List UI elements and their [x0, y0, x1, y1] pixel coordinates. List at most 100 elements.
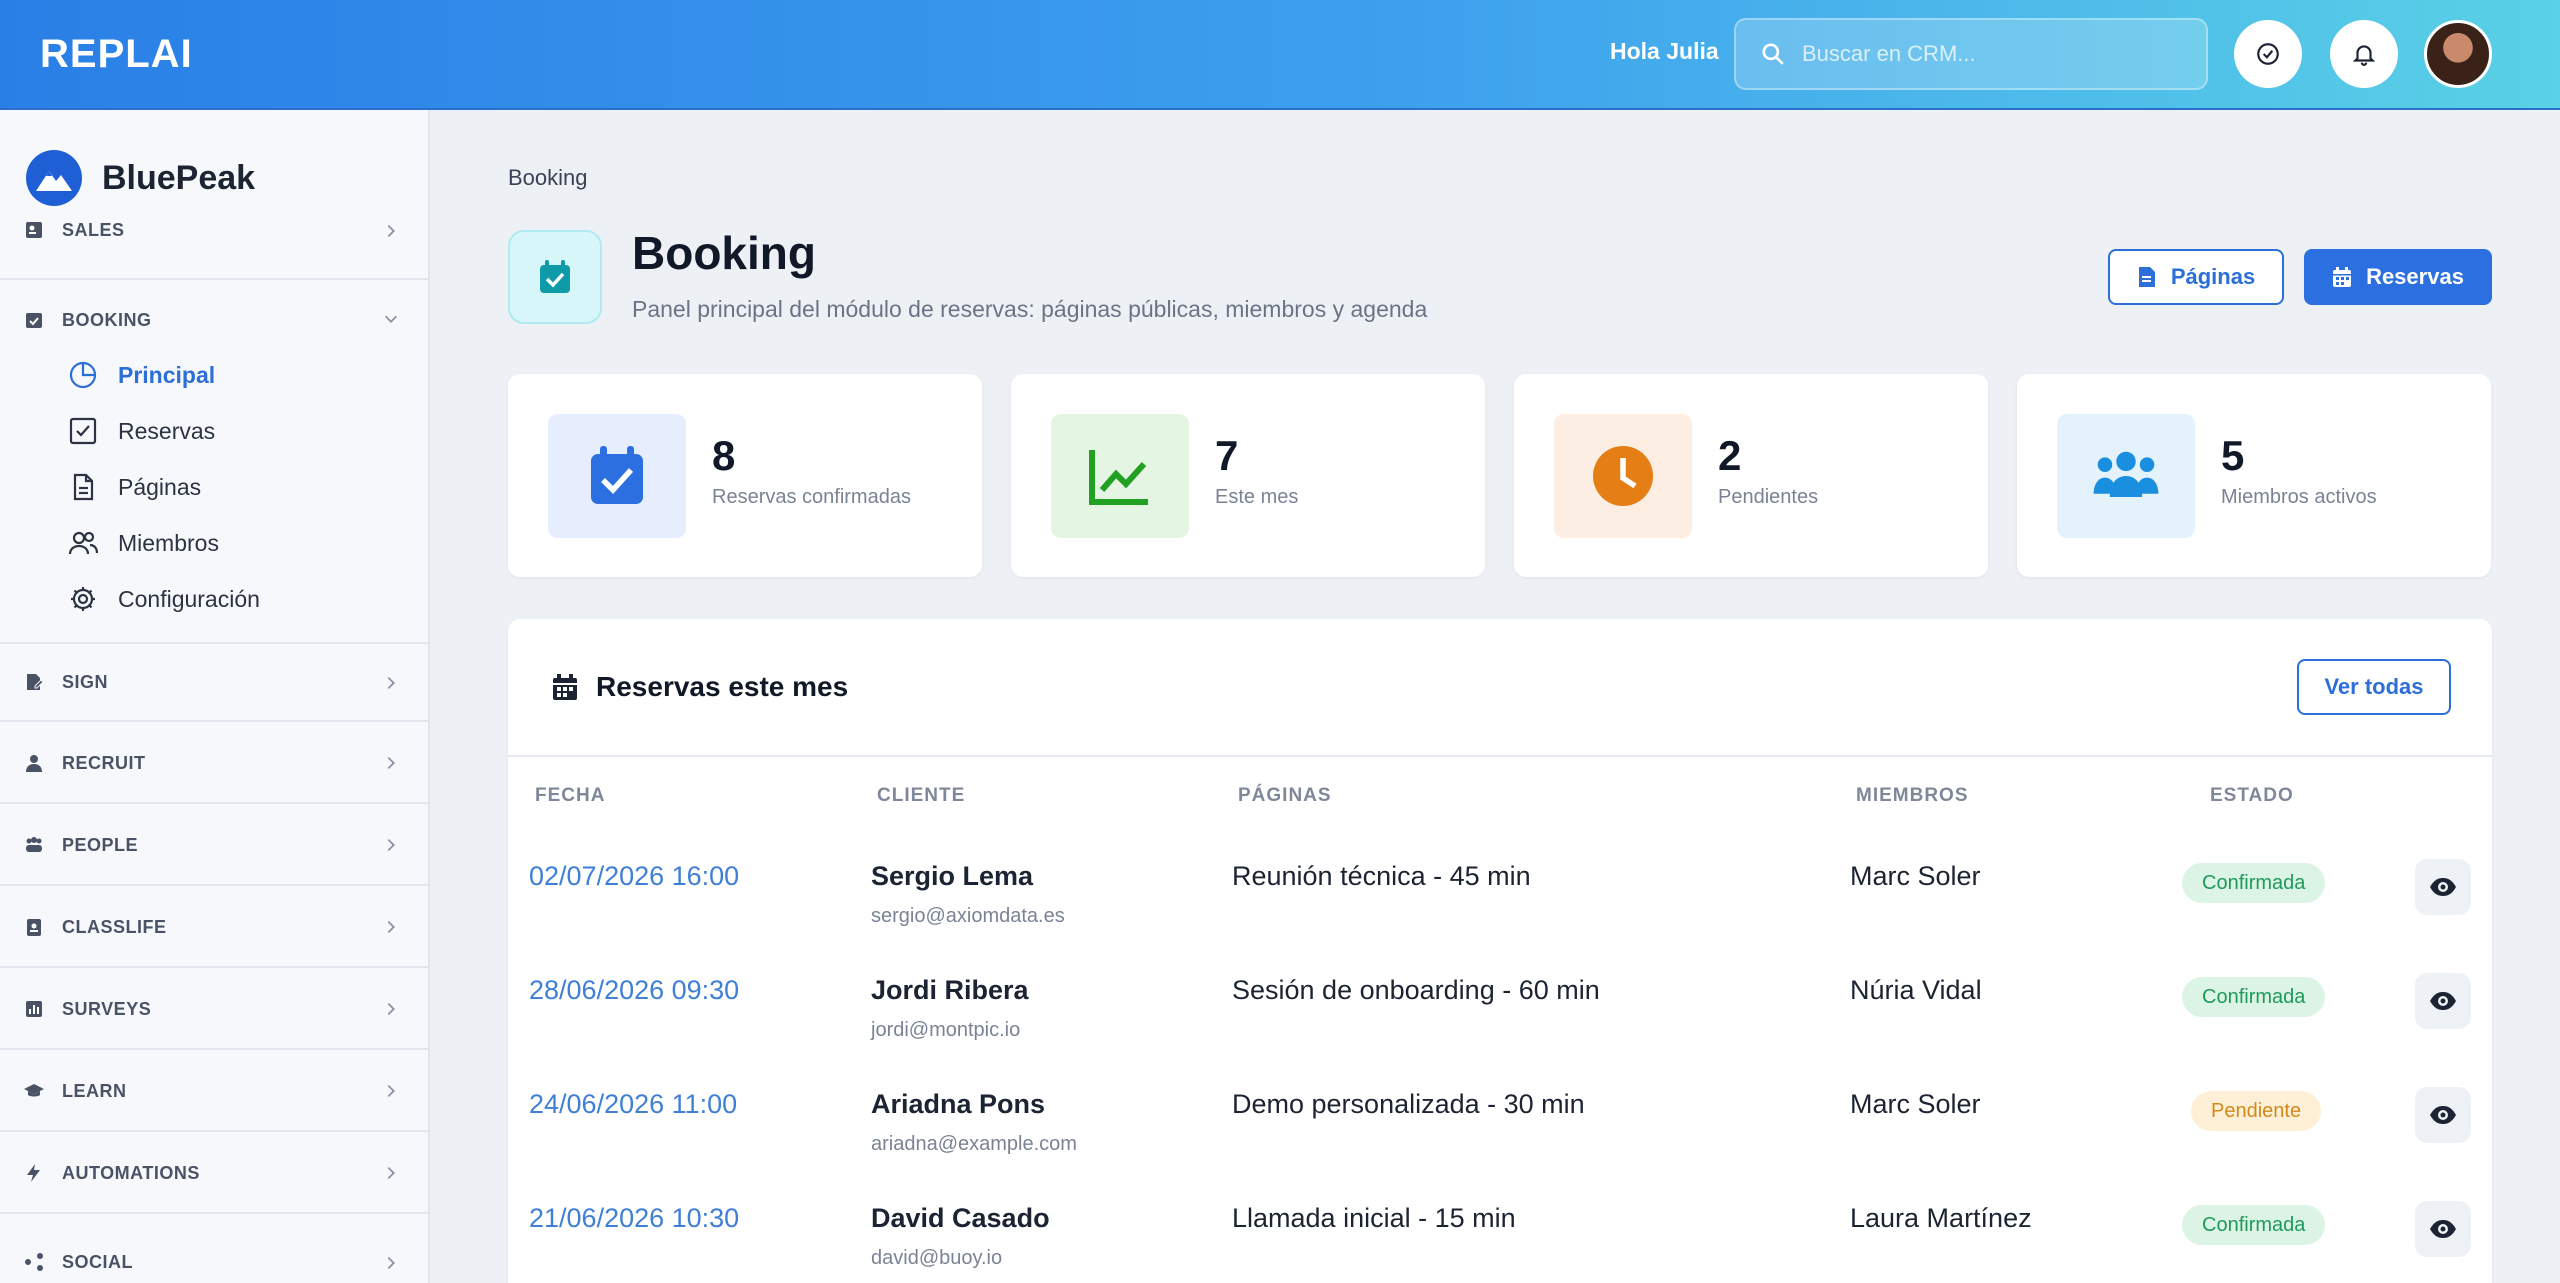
- client-name: David Casado: [871, 1203, 1050, 1233]
- search-placeholder: Buscar en CRM...: [1802, 41, 1976, 66]
- bookings-button[interactable]: Reservas: [2304, 249, 2492, 305]
- gear-icon: [71, 587, 95, 611]
- sidebar-section-social[interactable]: SOCIAL: [0, 1216, 428, 1283]
- sidebar-section-sign[interactable]: SIGN: [0, 642, 428, 722]
- sidebar-section-learn[interactable]: LEARN: [0, 1052, 428, 1132]
- view-booking-button[interactable]: [2415, 973, 2471, 1029]
- stat-label: Reservas confirmadas: [712, 486, 911, 508]
- sidebar-item-principal[interactable]: Principal: [68, 355, 215, 395]
- view-all-button[interactable]: Ver todas: [2297, 659, 2451, 715]
- client-email: david@buoy.io: [871, 1247, 1003, 1269]
- sidebar-item-paginas[interactable]: Páginas: [68, 467, 201, 507]
- column-header-miembros[interactable]: MIEMBROS: [1856, 785, 1969, 807]
- share-icon: [25, 1253, 43, 1271]
- brand-name: BluePeak: [102, 158, 256, 197]
- mountain-logo-icon: [26, 150, 82, 206]
- chevron-right-icon: [387, 756, 395, 770]
- chevron-right-icon: [387, 676, 395, 690]
- contact-card-icon: [26, 222, 42, 238]
- sidebar-section-label: SOCIAL: [62, 1252, 134, 1272]
- stat-value: 5: [2221, 432, 2245, 479]
- sidebar-item-label: Reservas: [118, 417, 216, 444]
- graduation-cap-icon: [24, 1084, 44, 1097]
- sidebar-item-label: Páginas: [118, 473, 202, 500]
- clock-icon: [1593, 446, 1653, 506]
- column-header-fecha[interactable]: FECHA: [535, 785, 605, 807]
- sidebar-section-booking[interactable]: BOOKING: [0, 280, 428, 360]
- view-booking-button[interactable]: [2415, 1087, 2471, 1143]
- sidebar-item-miembros[interactable]: Miembros: [68, 523, 219, 563]
- client-email: sergio@axiomdata.es: [871, 905, 1065, 927]
- sidebar-section-surveys[interactable]: SURVEYS: [0, 970, 428, 1050]
- stat-icon-box: [1051, 414, 1189, 538]
- bookings-panel: Reservas este mes Ver todas FECHA CLIENT…: [508, 619, 2492, 1283]
- company-brand[interactable]: BluePeak: [26, 150, 255, 206]
- bookings-button-label: Reservas: [2366, 264, 2464, 289]
- chevron-right-icon: [387, 838, 395, 852]
- column-header-estado[interactable]: ESTADO: [2210, 785, 2294, 807]
- booking-member: Marc Soler: [1850, 861, 1981, 891]
- table-row[interactable]: 28/06/2026 09:30 Jordi Ribera jordi@mont…: [508, 961, 2492, 1075]
- booking-page: Reunión técnica - 45 min: [1232, 861, 1531, 891]
- chevron-right-icon: [387, 1256, 395, 1270]
- chevron-right-icon: [387, 1002, 395, 1016]
- breadcrumb[interactable]: Booking: [508, 165, 588, 191]
- pie-chart-icon: [69, 361, 97, 389]
- lightning-icon: [27, 1164, 40, 1182]
- top-bar: REPLAI Hola Julia Buscar en CRM...: [0, 0, 2560, 110]
- calendar-check-icon: [540, 260, 570, 293]
- calendar-icon: [2333, 267, 2352, 287]
- check-circle-icon: [2257, 43, 2279, 65]
- sidebar-section-classlife[interactable]: CLASSLIFE: [0, 888, 428, 968]
- view-booking-button[interactable]: [2415, 859, 2471, 915]
- document-icon: [2138, 267, 2155, 287]
- sidebar-section-label: SALES: [62, 220, 125, 240]
- booking-date[interactable]: 21/06/2026 10:30: [529, 1203, 739, 1234]
- sidebar-item-label: Configuración: [118, 585, 260, 612]
- pages-button[interactable]: Páginas: [2108, 249, 2284, 305]
- sidebar-section-label: CLASSLIFE: [62, 916, 167, 937]
- view-booking-button[interactable]: [2415, 1201, 2471, 1257]
- stat-icon-box: [2057, 414, 2195, 538]
- people-group-icon: [26, 837, 42, 852]
- checkbox-icon: [69, 417, 97, 445]
- table-row[interactable]: 24/06/2026 11:00 Ariadna Pons ariadna@ex…: [508, 1075, 2492, 1189]
- table-row[interactable]: 21/06/2026 10:30 David Casado david@buoy…: [508, 1189, 2492, 1283]
- tasks-button[interactable]: [2234, 20, 2302, 88]
- chevron-right-icon: [387, 1084, 395, 1098]
- page-title: Booking: [632, 227, 816, 279]
- user-tie-icon: [26, 755, 42, 772]
- sidebar-section-people[interactable]: PEOPLE: [0, 806, 428, 886]
- column-header-cliente[interactable]: CLIENTE: [877, 785, 965, 807]
- booking-page: Demo personalizada - 30 min: [1232, 1089, 1585, 1119]
- eye-icon: [2430, 878, 2456, 896]
- calendar-check-icon: [26, 313, 42, 328]
- status-badge: Confirmada: [2182, 977, 2326, 1017]
- column-header-paginas[interactable]: PÁGINAS: [1238, 785, 1332, 807]
- search-input[interactable]: Buscar en CRM...: [1734, 18, 2208, 90]
- sidebar-section-label: PEOPLE: [62, 834, 139, 855]
- pages-button-label: Páginas: [2170, 264, 2256, 289]
- app-logo[interactable]: REPLAI: [40, 32, 193, 77]
- sidebar-item-label: Miembros: [118, 529, 219, 556]
- sidebar-section-label: AUTOMATIONS: [62, 1162, 200, 1183]
- booking-date[interactable]: 24/06/2026 11:00: [529, 1089, 737, 1120]
- search-icon: [1762, 43, 1784, 65]
- notifications-button[interactable]: [2330, 20, 2398, 88]
- sidebar-item-reservas[interactable]: Reservas: [68, 411, 215, 451]
- booking-date[interactable]: 28/06/2026 09:30: [529, 975, 739, 1006]
- table-row[interactable]: 02/07/2026 16:00 Sergio Lema sergio@axio…: [508, 847, 2492, 961]
- sidebar: BluePeak SALES BOOKING Principal Reserva…: [0, 110, 430, 1283]
- eye-icon: [2430, 992, 2456, 1010]
- status-badge: Confirmada: [2182, 1205, 2326, 1245]
- users-group-icon: [2093, 451, 2159, 498]
- sidebar-section-automations[interactable]: AUTOMATIONS: [0, 1134, 428, 1214]
- sidebar-item-configuracion[interactable]: Configuración: [68, 579, 260, 619]
- status-badge: Confirmada: [2182, 863, 2326, 903]
- sidebar-section-recruit[interactable]: RECRUIT: [0, 724, 428, 804]
- booking-date[interactable]: 02/07/2026 16:00: [529, 861, 739, 892]
- sidebar-section-sales[interactable]: SALES: [0, 200, 428, 280]
- user-avatar[interactable]: [2424, 20, 2492, 88]
- booking-page: Sesión de onboarding - 60 min: [1232, 975, 1600, 1005]
- line-chart-icon: [1089, 450, 1148, 505]
